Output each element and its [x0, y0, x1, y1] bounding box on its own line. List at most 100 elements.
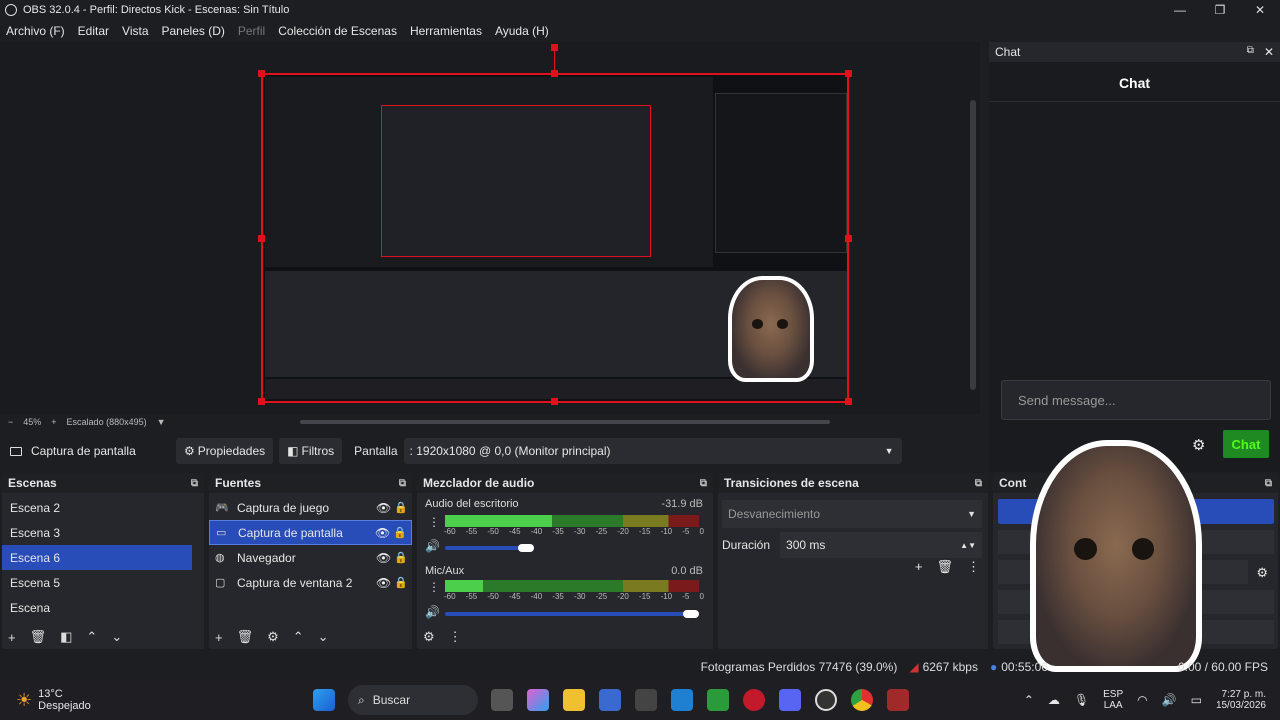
resize-handle-br[interactable]	[845, 398, 852, 405]
undock-icon[interactable]: ⧉	[191, 478, 198, 489]
discord-icon[interactable]	[779, 689, 801, 711]
menu-archivo[interactable]: Archivo (F)	[6, 24, 65, 38]
trash-icon[interactable]: 🗑	[30, 629, 47, 645]
source-row[interactable]: ◍ Navegador 👁 🔒	[209, 545, 412, 570]
file-explorer-icon[interactable]	[563, 689, 585, 711]
lock-icon[interactable]: 🔒	[393, 526, 411, 539]
scaling-dropdown-icon[interactable]: ▼	[157, 417, 166, 427]
gear-icon[interactable]: ⚙	[1256, 565, 1268, 581]
chevron-up-icon[interactable]: ⌃	[1024, 693, 1034, 707]
menu-paneles[interactable]: Paneles (D)	[162, 24, 225, 38]
add-transition-icon[interactable]: +	[915, 559, 923, 575]
more-options-icon[interactable]: ⋮	[428, 580, 440, 594]
menu-perfil[interactable]: Perfil	[238, 24, 265, 38]
eye-icon[interactable]: 👁	[376, 501, 394, 515]
lock-icon[interactable]: 🔒	[394, 576, 412, 589]
minimize-button[interactable]: —	[1160, 3, 1200, 17]
preview-area[interactable]	[0, 42, 980, 414]
eye-icon[interactable]: 👁	[376, 576, 394, 590]
resize-handle-tl[interactable]	[258, 70, 265, 77]
volume-knob[interactable]	[518, 544, 534, 552]
menu-herramientas[interactable]: Herramientas	[410, 24, 482, 38]
preview-vertical-scrollbar[interactable]	[970, 100, 976, 390]
app-icon[interactable]	[635, 689, 657, 711]
duration-input[interactable]: 300 ms ▲▼	[780, 532, 982, 558]
add-scene-icon[interactable]: +	[8, 630, 16, 645]
undock-icon[interactable]: ⧉	[1247, 45, 1254, 59]
scene-item[interactable]: Escena 3	[2, 520, 192, 545]
zoom-in-button[interactable]: +	[51, 417, 56, 427]
source-row-selected[interactable]: ▭ Captura de pantalla 👁 🔒	[209, 520, 412, 545]
filters-button[interactable]: ◧ Filtros	[279, 438, 343, 464]
store-icon[interactable]	[599, 689, 621, 711]
gear-icon[interactable]: ⚙	[1192, 436, 1205, 454]
scene-item[interactable]: Escena 5	[2, 570, 192, 595]
obs-icon[interactable]	[815, 689, 837, 711]
volume-icon[interactable]: 🔊	[1162, 693, 1177, 707]
resize-handle-r[interactable]	[845, 235, 852, 242]
arrow-down-icon[interactable]: ⌄	[111, 629, 122, 645]
more-options-icon[interactable]: ⋮	[449, 629, 462, 645]
undock-icon[interactable]: ⧉	[1265, 478, 1272, 489]
zoom-out-button[interactable]: −	[8, 417, 13, 427]
resize-handle-bl[interactable]	[258, 398, 265, 405]
preview-horizontal-scrollbar[interactable]	[300, 420, 830, 424]
undock-icon[interactable]: ⧉	[700, 478, 707, 489]
menu-editar[interactable]: Editar	[78, 24, 109, 38]
battery-icon[interactable]: ▭	[1191, 693, 1202, 707]
more-options-icon[interactable]: ⋮	[428, 515, 440, 529]
undock-icon[interactable]: ⧉	[399, 478, 406, 489]
properties-button[interactable]: ⚙ Propiedades	[176, 438, 274, 464]
source-row[interactable]: 🎮 Captura de juego 👁 🔒	[209, 495, 412, 520]
arrow-up-icon[interactable]: ⌃	[86, 629, 97, 645]
app-icon[interactable]	[887, 689, 909, 711]
trash-icon[interactable]: 🗑	[936, 559, 953, 575]
trash-icon[interactable]: 🗑	[237, 629, 254, 645]
clock[interactable]: 7:27 p. m. 15/03/2026	[1216, 689, 1266, 711]
resize-handle-tr[interactable]	[845, 70, 852, 77]
more-options-icon[interactable]: ⋮	[967, 559, 980, 575]
close-icon[interactable]: ✕	[1264, 45, 1274, 59]
xbox-icon[interactable]	[707, 689, 729, 711]
menu-coleccion[interactable]: Colección de Escenas	[278, 24, 397, 38]
undock-icon[interactable]: ⧉	[975, 478, 982, 489]
scene-item[interactable]: Escena	[2, 595, 192, 620]
chat-message-input[interactable]: Send message...	[1001, 380, 1271, 420]
wifi-icon[interactable]: ◠	[1137, 693, 1147, 707]
microphone-icon[interactable]: 🎙	[1074, 693, 1089, 707]
language-indicator[interactable]: ESP LAA	[1103, 689, 1123, 711]
menu-ayuda[interactable]: Ayuda (H)	[495, 24, 549, 38]
lock-icon[interactable]: 🔒	[394, 551, 412, 564]
volume-slider-mic[interactable]	[445, 612, 699, 616]
maximize-button[interactable]: ❐	[1200, 3, 1240, 17]
eye-icon[interactable]: 👁	[375, 526, 393, 540]
vscode-icon[interactable]	[671, 689, 693, 711]
chrome-icon[interactable]	[851, 689, 873, 711]
resize-handle-l[interactable]	[258, 235, 265, 242]
taskbar-search[interactable]: ⌕ Buscar	[348, 685, 478, 715]
filter-icon[interactable]: ◧	[60, 629, 72, 645]
source-row[interactable]: ▢ Captura de ventana 2 👁 🔒	[209, 570, 412, 595]
chat-send-button[interactable]: Chat	[1223, 430, 1269, 458]
opera-icon[interactable]	[743, 689, 765, 711]
spinner-icon[interactable]: ▲▼	[960, 541, 976, 550]
resize-handle-b[interactable]	[551, 398, 558, 405]
close-button[interactable]: ✕	[1240, 3, 1280, 17]
volume-knob[interactable]	[683, 610, 699, 618]
speaker-icon[interactable]: 🔊	[425, 605, 440, 619]
resize-handle-t[interactable]	[551, 70, 558, 77]
speaker-icon[interactable]: 🔊	[425, 539, 440, 553]
eye-icon[interactable]: 👁	[376, 551, 394, 565]
windows-start-icon[interactable]	[313, 689, 335, 711]
task-view-icon[interactable]	[491, 689, 513, 711]
display-select[interactable]: : 1920x1080 @ 0,0 (Monitor principal) ▼	[403, 438, 902, 464]
scene-item-selected[interactable]: Escena 6	[2, 545, 192, 570]
arrow-down-icon[interactable]: ⌄	[318, 629, 329, 645]
scene-item[interactable]: Escena 2	[2, 495, 192, 520]
mixer-settings-icon[interactable]: ⚙	[423, 629, 435, 645]
weather-widget[interactable]: ☀ 13°C Despejado	[16, 688, 306, 712]
add-source-icon[interactable]: +	[215, 630, 223, 645]
onedrive-icon[interactable]: ☁	[1048, 693, 1060, 707]
menu-vista[interactable]: Vista	[122, 24, 148, 38]
gear-icon[interactable]: ⚙	[267, 629, 279, 645]
